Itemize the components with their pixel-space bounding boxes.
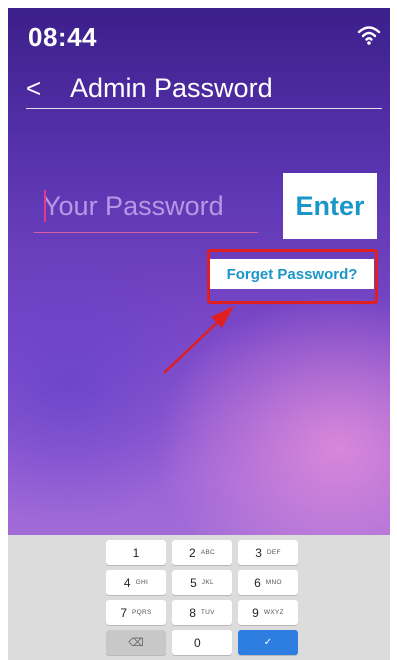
key-letters: GHI xyxy=(135,579,149,586)
forget-password-button[interactable]: Forget Password? xyxy=(210,259,374,289)
key-2[interactable]: 2 ABC xyxy=(172,540,232,565)
status-bar: 08:44 xyxy=(8,8,390,58)
key-7[interactable]: 7 PQRS xyxy=(106,600,166,625)
key-digit: 9 xyxy=(252,605,259,620)
device-screen: 08:44 < Admin Password Enter Forget Pass… xyxy=(8,8,390,660)
key-5[interactable]: 5 JKL xyxy=(172,570,232,595)
key-letters: WXYZ xyxy=(263,609,284,616)
key-letters: PQRS xyxy=(132,609,152,616)
backspace-icon: ⌫ xyxy=(128,637,144,649)
key-letters: MNO xyxy=(265,579,282,586)
check-icon: ✓ xyxy=(263,637,273,648)
enter-button[interactable]: Enter xyxy=(283,173,377,239)
page-title: Admin Password xyxy=(70,73,273,103)
key-digit: 4 xyxy=(123,575,131,590)
key-digit: 5 xyxy=(190,575,197,590)
password-underline xyxy=(34,232,258,233)
key-1[interactable]: 1 xyxy=(106,540,166,565)
key-4[interactable]: 4 GHI xyxy=(106,570,166,595)
numeric-keypad: 1 2 ABC 3 DEF 4 GHI 5 JKL 6 MNO 7 PQRS 8… xyxy=(8,535,390,660)
key-letters: TUV xyxy=(200,609,215,616)
password-input[interactable] xyxy=(34,182,258,230)
key-letters: JKL xyxy=(201,579,214,586)
backspace-key[interactable]: ⌫ xyxy=(106,630,166,655)
key-digit: 8 xyxy=(189,605,196,620)
key-digit: 0 xyxy=(194,635,201,650)
key-8[interactable]: 8 TUV xyxy=(172,600,232,625)
status-time: 08:44 xyxy=(28,22,97,52)
wifi-icon xyxy=(357,26,381,45)
key-0[interactable]: 0 xyxy=(172,630,232,655)
key-digit: 3 xyxy=(255,545,262,560)
key-letters: DEF xyxy=(266,549,281,556)
done-key[interactable]: ✓ xyxy=(238,630,298,655)
key-digit: 7 xyxy=(120,605,128,620)
header: < Admin Password xyxy=(8,66,390,112)
key-6[interactable]: 6 MNO xyxy=(238,570,298,595)
key-9[interactable]: 9 WXYZ xyxy=(238,600,298,625)
key-3[interactable]: 3 DEF xyxy=(238,540,298,565)
password-field xyxy=(34,182,258,234)
chevron-left-icon[interactable]: < xyxy=(26,68,60,108)
text-cursor xyxy=(44,190,46,222)
key-digit: 1 xyxy=(132,545,140,560)
key-letters: ABC xyxy=(200,549,215,556)
header-divider xyxy=(26,108,382,109)
key-digit: 2 xyxy=(189,545,196,560)
key-digit: 6 xyxy=(254,575,261,590)
